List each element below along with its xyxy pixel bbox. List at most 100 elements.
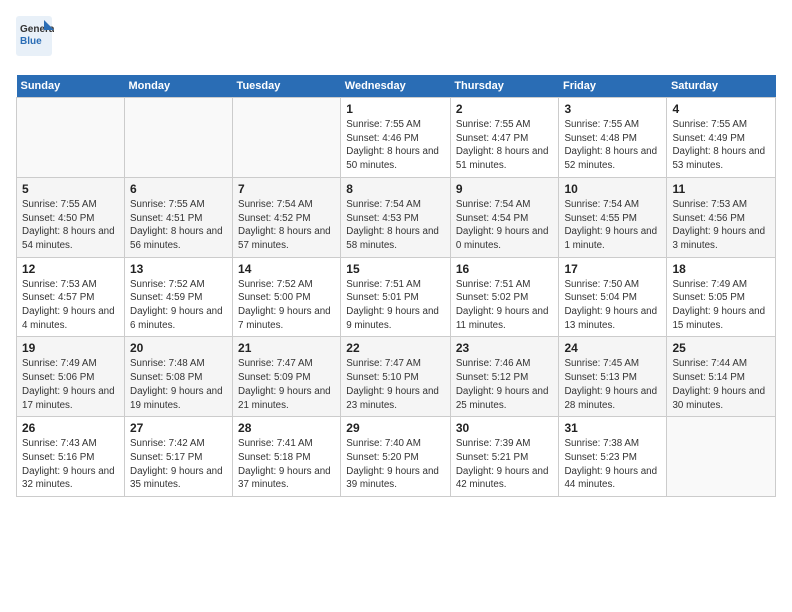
day-number: 22 [346,341,445,355]
day-info: Sunrise: 7:55 AM Sunset: 4:49 PM Dayligh… [672,118,770,173]
day-number: 12 [22,262,119,276]
day-info: Sunrise: 7:38 AM Sunset: 5:23 PM Dayligh… [564,437,661,492]
day-info: Sunrise: 7:49 AM Sunset: 5:05 PM Dayligh… [672,278,770,333]
calendar-cell: 22 Sunrise: 7:47 AM Sunset: 5:10 PM Dayli… [341,337,451,417]
day-info: Sunrise: 7:40 AM Sunset: 5:20 PM Dayligh… [346,437,445,492]
calendar-week-row: 26Sunrise: 7:43 AM Sunset: 5:16 PM Dayli… [17,417,776,497]
calendar-week-row: 12 Sunrise: 7:53 AM Sunset: 4:57 PM Dayli… [17,257,776,337]
day-info: Sunrise: 7:45 AM Sunset: 5:13 PM Dayligh… [564,357,661,412]
day-info: Sunrise: 7:55 AM Sunset: 4:51 PM Dayligh… [130,198,227,253]
day-number: 9 [456,182,554,196]
day-header-monday: Monday [125,75,233,98]
calendar-cell: 12 Sunrise: 7:53 AM Sunset: 4:57 PM Dayli… [17,257,125,337]
day-info: Sunrise: 7:55 AM Sunset: 4:48 PM Dayligh… [564,118,661,173]
day-info: Sunrise: 7:50 AM Sunset: 5:04 PM Dayligh… [564,278,661,333]
calendar-cell: 7Sunrise: 7:54 AM Sunset: 4:52 PM Daylig… [233,177,341,257]
day-info: Sunrise: 7:53 AM Sunset: 4:57 PM Dayligh… [22,278,119,333]
calendar-cell: 25 Sunrise: 7:44 AM Sunset: 5:14 PM Dayli… [667,337,776,417]
calendar-cell: 27 Sunrise: 7:42 AM Sunset: 5:17 PM Dayli… [125,417,233,497]
day-number: 26 [22,421,119,435]
calendar-cell: 14Sunrise: 7:52 AM Sunset: 5:00 PM Dayli… [233,257,341,337]
day-number: 27 [130,421,227,435]
page-header: General Blue [16,16,776,63]
day-info: Sunrise: 7:41 AM Sunset: 5:18 PM Dayligh… [238,437,335,492]
day-number: 3 [564,102,661,116]
day-number: 7 [238,182,335,196]
calendar-week-row: 5Sunrise: 7:55 AM Sunset: 4:50 PM Daylig… [17,177,776,257]
day-info: Sunrise: 7:55 AM Sunset: 4:47 PM Dayligh… [456,118,554,173]
day-number: 8 [346,182,445,196]
calendar-cell: 9 Sunrise: 7:54 AM Sunset: 4:54 PM Daylig… [450,177,559,257]
day-header-thursday: Thursday [450,75,559,98]
calendar-cell: 4 Sunrise: 7:55 AM Sunset: 4:49 PM Daylig… [667,98,776,178]
calendar-cell: 18 Sunrise: 7:49 AM Sunset: 5:05 PM Dayli… [667,257,776,337]
calendar-cell: 26Sunrise: 7:43 AM Sunset: 5:16 PM Dayli… [17,417,125,497]
calendar-cell: 31 Sunrise: 7:38 AM Sunset: 5:23 PM Dayli… [559,417,667,497]
day-header-wednesday: Wednesday [341,75,451,98]
day-number: 18 [672,262,770,276]
day-number: 10 [564,182,661,196]
calendar-cell: 5Sunrise: 7:55 AM Sunset: 4:50 PM Daylig… [17,177,125,257]
day-header-tuesday: Tuesday [233,75,341,98]
day-info: Sunrise: 7:54 AM Sunset: 4:54 PM Dayligh… [456,198,554,253]
calendar-cell: 1Sunrise: 7:55 AM Sunset: 4:46 PM Daylig… [341,98,451,178]
calendar-cell: 11 Sunrise: 7:53 AM Sunset: 4:56 PM Dayli… [667,177,776,257]
day-info: Sunrise: 7:52 AM Sunset: 4:59 PM Dayligh… [130,278,227,333]
calendar-cell: 13 Sunrise: 7:52 AM Sunset: 4:59 PM Dayli… [125,257,233,337]
day-number: 28 [238,421,335,435]
day-info: Sunrise: 7:47 AM Sunset: 5:10 PM Dayligh… [346,357,445,412]
day-number: 25 [672,341,770,355]
calendar-week-row: 1Sunrise: 7:55 AM Sunset: 4:46 PM Daylig… [17,98,776,178]
logo-icon: General Blue [16,16,54,63]
day-number: 17 [564,262,661,276]
day-info: Sunrise: 7:46 AM Sunset: 5:12 PM Dayligh… [456,357,554,412]
day-info: Sunrise: 7:42 AM Sunset: 5:17 PM Dayligh… [130,437,227,492]
day-number: 21 [238,341,335,355]
calendar-cell [233,98,341,178]
calendar-cell [125,98,233,178]
svg-text:Blue: Blue [20,36,42,47]
day-number: 20 [130,341,227,355]
calendar-cell: 6 Sunrise: 7:55 AM Sunset: 4:51 PM Daylig… [125,177,233,257]
calendar-cell: 2 Sunrise: 7:55 AM Sunset: 4:47 PM Daylig… [450,98,559,178]
day-number: 23 [456,341,554,355]
calendar-cell: 16Sunrise: 7:51 AM Sunset: 5:02 PM Dayli… [450,257,559,337]
calendar-cell: 8 Sunrise: 7:54 AM Sunset: 4:53 PM Daylig… [341,177,451,257]
day-info: Sunrise: 7:49 AM Sunset: 5:06 PM Dayligh… [22,357,119,412]
calendar-cell: 24 Sunrise: 7:45 AM Sunset: 5:13 PM Dayli… [559,337,667,417]
day-info: Sunrise: 7:47 AM Sunset: 5:09 PM Dayligh… [238,357,335,412]
calendar-cell [667,417,776,497]
day-number: 6 [130,182,227,196]
day-number: 30 [456,421,554,435]
day-header-friday: Friday [559,75,667,98]
calendar-cell [17,98,125,178]
day-number: 13 [130,262,227,276]
day-number: 24 [564,341,661,355]
day-number: 4 [672,102,770,116]
day-info: Sunrise: 7:52 AM Sunset: 5:00 PM Dayligh… [238,278,335,333]
day-number: 11 [672,182,770,196]
calendar-cell: 21 Sunrise: 7:47 AM Sunset: 5:09 PM Dayli… [233,337,341,417]
calendar-cell: 28 Sunrise: 7:41 AM Sunset: 5:18 PM Dayli… [233,417,341,497]
day-info: Sunrise: 7:54 AM Sunset: 4:55 PM Dayligh… [564,198,661,253]
day-header-sunday: Sunday [17,75,125,98]
day-info: Sunrise: 7:53 AM Sunset: 4:56 PM Dayligh… [672,198,770,253]
day-number: 15 [346,262,445,276]
day-info: Sunrise: 7:44 AM Sunset: 5:14 PM Dayligh… [672,357,770,412]
day-info: Sunrise: 7:51 AM Sunset: 5:01 PM Dayligh… [346,278,445,333]
day-number: 2 [456,102,554,116]
calendar-cell: 30Sunrise: 7:39 AM Sunset: 5:21 PM Dayli… [450,417,559,497]
day-number: 29 [346,421,445,435]
calendar-cell: 23 Sunrise: 7:46 AM Sunset: 5:12 PM Dayli… [450,337,559,417]
day-info: Sunrise: 7:54 AM Sunset: 4:53 PM Dayligh… [346,198,445,253]
calendar-cell: 29 Sunrise: 7:40 AM Sunset: 5:20 PM Dayli… [341,417,451,497]
logo: General Blue [16,16,54,63]
calendar-cell: 3 Sunrise: 7:55 AM Sunset: 4:48 PM Daylig… [559,98,667,178]
calendar-header-row: SundayMondayTuesdayWednesdayThursdayFrid… [17,75,776,98]
day-number: 19 [22,341,119,355]
calendar-cell: 17 Sunrise: 7:50 AM Sunset: 5:04 PM Dayli… [559,257,667,337]
day-number: 31 [564,421,661,435]
day-info: Sunrise: 7:48 AM Sunset: 5:08 PM Dayligh… [130,357,227,412]
day-number: 16 [456,262,554,276]
calendar-week-row: 19 Sunrise: 7:49 AM Sunset: 5:06 PM Dayli… [17,337,776,417]
